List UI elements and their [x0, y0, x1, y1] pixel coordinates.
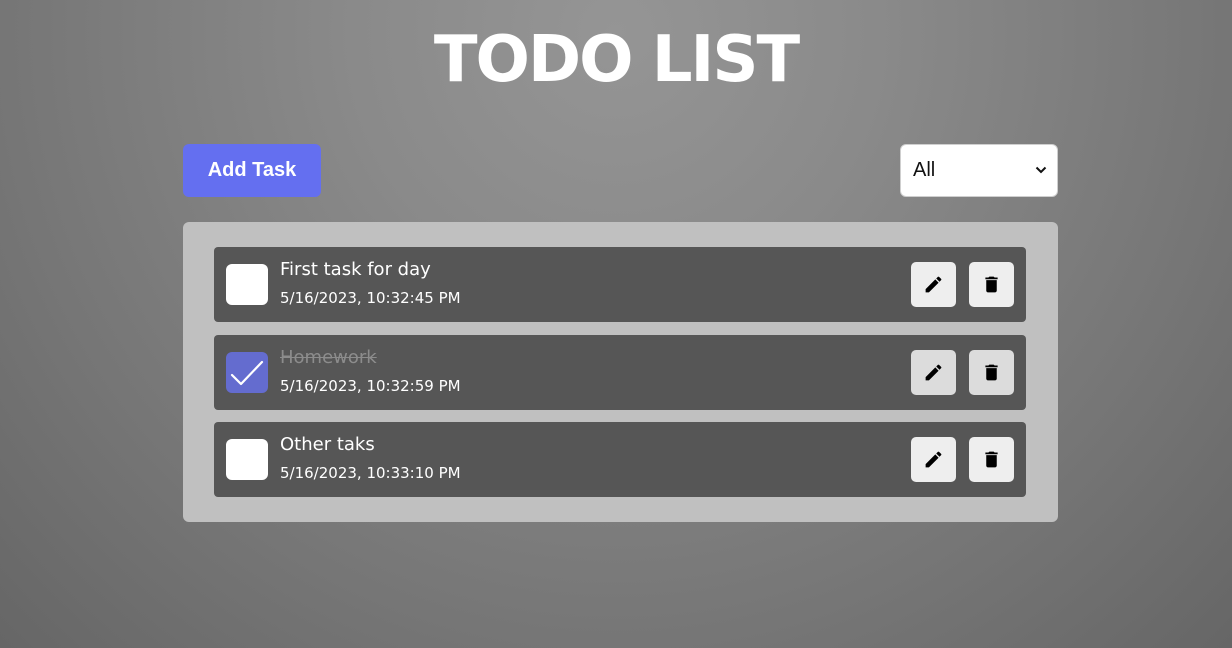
trash-icon	[985, 364, 998, 381]
trash-icon	[985, 451, 998, 468]
delete-button[interactable]	[969, 350, 1014, 395]
todo-title: First task for day	[280, 259, 431, 280]
filter-select[interactable]: All	[900, 144, 1058, 197]
checkmark-icon	[230, 360, 264, 386]
filter-selected-value: All	[913, 159, 936, 181]
todo-title: Homework	[280, 347, 377, 368]
todo-timestamp: 5/16/2023, 10:32:59 PM	[280, 377, 461, 395]
todo-checkbox[interactable]	[226, 264, 268, 305]
page-title: TODO LIST	[433, 23, 800, 97]
edit-button[interactable]	[911, 262, 956, 307]
todo-title: Other taks	[280, 434, 375, 455]
trash-icon	[985, 276, 998, 293]
pencil-icon	[925, 451, 942, 468]
edit-button[interactable]	[911, 350, 956, 395]
todo-list: First task for day 5/16/2023, 10:32:45 P…	[183, 222, 1058, 522]
todo-item: Other taks 5/16/2023, 10:33:10 PM	[214, 422, 1026, 497]
todo-timestamp: 5/16/2023, 10:33:10 PM	[280, 464, 461, 482]
delete-button[interactable]	[969, 437, 1014, 482]
pencil-icon	[925, 364, 942, 381]
edit-button[interactable]	[911, 437, 956, 482]
todo-checkbox[interactable]	[226, 439, 268, 480]
toolbar: Add Task All	[183, 144, 1058, 197]
todo-item: First task for day 5/16/2023, 10:32:45 P…	[214, 247, 1026, 322]
todo-checkbox[interactable]	[226, 352, 268, 393]
chevron-down-icon	[1035, 166, 1047, 174]
add-task-button[interactable]: Add Task	[183, 144, 321, 197]
delete-button[interactable]	[969, 262, 1014, 307]
todo-item: Homework 5/16/2023, 10:32:59 PM	[214, 335, 1026, 410]
todo-timestamp: 5/16/2023, 10:32:45 PM	[280, 289, 461, 307]
pencil-icon	[925, 276, 942, 293]
